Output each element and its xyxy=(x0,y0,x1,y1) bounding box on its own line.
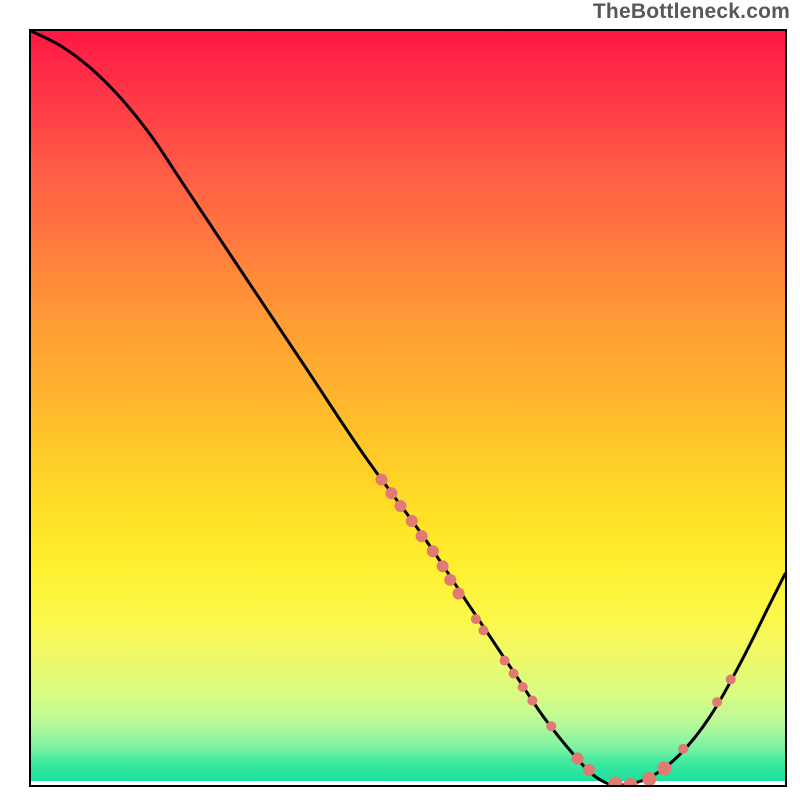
plot-area xyxy=(29,29,787,787)
curve-layer xyxy=(31,31,785,785)
highlight-dot xyxy=(726,674,736,684)
highlight-dot xyxy=(416,530,428,542)
highlight-dot xyxy=(427,545,439,557)
highlight-dot xyxy=(478,625,488,635)
highlight-dot xyxy=(406,515,418,527)
highlight-dot xyxy=(623,778,637,785)
highlight-dot xyxy=(572,753,584,765)
highlight-dot xyxy=(453,587,465,599)
highlight-dot xyxy=(376,474,388,486)
highlight-dot xyxy=(608,776,622,785)
highlight-dot xyxy=(583,764,595,776)
highlight-dot xyxy=(678,744,688,754)
highlight-dot xyxy=(527,696,537,706)
highlight-dot xyxy=(546,721,556,731)
highlight-dot xyxy=(509,668,519,678)
highlight-dot xyxy=(394,500,406,512)
figure xyxy=(7,7,793,793)
highlight-dot xyxy=(518,682,528,692)
highlight-dot xyxy=(471,614,481,624)
bottleneck-curve xyxy=(31,31,785,785)
highlight-dot xyxy=(385,487,397,499)
chart-container: TheBottleneck.com xyxy=(0,0,800,800)
highlight-dot xyxy=(500,656,510,666)
highlight-dot xyxy=(657,761,671,775)
highlight-dot xyxy=(444,574,456,586)
highlight-markers xyxy=(376,474,736,785)
highlight-dot xyxy=(712,697,722,707)
highlight-dot xyxy=(437,560,449,572)
